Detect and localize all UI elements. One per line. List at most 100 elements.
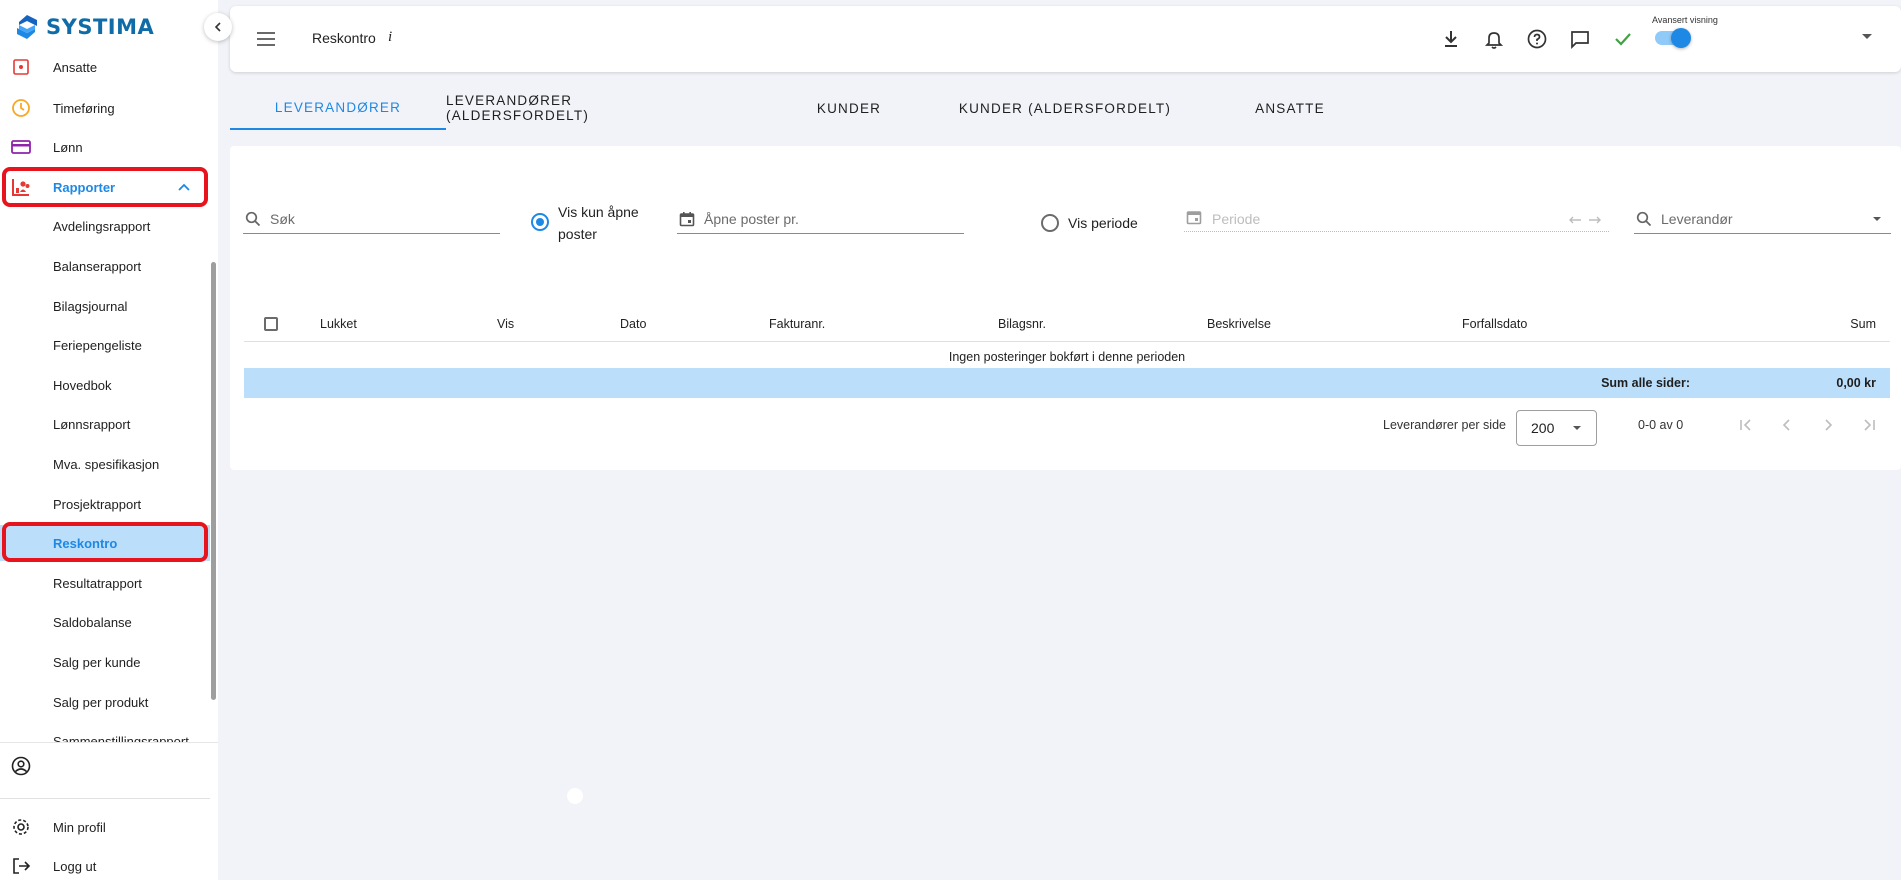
top-bar: Reskontro i Avansert visning — [230, 6, 1901, 72]
advanced-view-toggle[interactable] — [1655, 28, 1691, 48]
subitem-label: Reskontro — [53, 535, 118, 551]
logout-item[interactable]: Logg ut — [0, 847, 210, 880]
sidebar-subitem[interactable]: Saldobalanse — [0, 604, 210, 640]
per-page-label: Leverandører per side — [1383, 418, 1506, 432]
bell-icon[interactable] — [1483, 28, 1505, 50]
tab-leverandorer[interactable]: Leverandører — [230, 86, 446, 130]
chat-icon[interactable] — [1569, 28, 1591, 50]
check-icon[interactable] — [1612, 28, 1634, 50]
brand-name: SYSTIMA — [46, 15, 155, 39]
arrow-right-icon[interactable] — [1588, 215, 1602, 225]
chevron-down-icon[interactable] — [1873, 217, 1881, 221]
subitem-label: Prosjektrapport — [53, 496, 142, 512]
download-icon[interactable] — [1440, 28, 1462, 50]
subitem-label: Avdelingsrapport — [53, 218, 151, 234]
logo[interactable]: SYSTIMA — [16, 14, 154, 40]
col-dato[interactable]: Dato — [620, 317, 646, 331]
sidebar-item-lonn[interactable]: Lønn — [0, 128, 210, 166]
sidebar-item-label: Lønn — [53, 139, 83, 155]
help-icon[interactable] — [1526, 28, 1548, 50]
sidebar-subitem[interactable]: Avdelingsrapport — [0, 208, 210, 244]
radio-period[interactable] — [1041, 214, 1059, 232]
page-title: Reskontro — [312, 30, 376, 46]
min-profil-label: Min profil — [53, 819, 106, 835]
hamburger-menu-icon[interactable] — [255, 29, 277, 49]
subitem-label: Salg per kunde — [53, 654, 141, 670]
sidebar-subitem[interactable]: Hovedbok — [0, 367, 210, 403]
sidebar-subitem[interactable]: Prosjektrapport — [0, 486, 210, 522]
tab-leverandorer-aldersfordelt[interactable]: Leverandører (aldersfordelt) — [446, 86, 708, 130]
subitem-label: Saldobalanse — [53, 614, 132, 630]
sidebar-item-ansatte[interactable]: Ansatte — [0, 56, 210, 86]
account-circle-icon — [11, 756, 31, 776]
col-forfallsdato[interactable]: Forfallsdato — [1462, 317, 1527, 331]
user-account-item[interactable] — [0, 747, 210, 785]
sidebar-item-rapporter[interactable]: Rapporter — [0, 168, 210, 206]
tab-kunder-aldersfordelt[interactable]: Kunder (aldersfordelt) — [950, 86, 1180, 130]
chevron-down-icon — [1573, 426, 1581, 430]
radio-open-label-line2: poster — [558, 226, 597, 242]
sidebar-subitem[interactable]: Feriepengeliste — [0, 327, 210, 363]
open-posts-date-field[interactable]: Åpne poster pr. — [677, 204, 964, 234]
col-vis[interactable]: Vis — [497, 317, 514, 331]
last-page-icon[interactable] — [1860, 416, 1878, 434]
per-page-value: 200 — [1531, 420, 1555, 436]
col-sum[interactable]: Sum — [1850, 317, 1876, 331]
sidebar-subitem[interactable]: Salg per kunde — [0, 644, 210, 680]
select-all-checkbox[interactable] — [264, 317, 278, 331]
chevron-down-icon[interactable] — [1862, 34, 1872, 39]
sidebar-subitem[interactable]: Salg per produkt — [0, 684, 210, 720]
sidebar-item-label: Rapporter — [53, 179, 116, 195]
collapse-sidebar-button[interactable] — [204, 13, 232, 41]
table-header: Lukket Vis Dato Fakturanr. Bilagsnr. Bes… — [244, 306, 1890, 342]
sidebar-nav: Ansatte Timeføring Lønn Rapporter Avdeli… — [0, 56, 218, 742]
sidebar-item-timeforing[interactable]: Timeføring — [0, 89, 210, 127]
clock-icon — [12, 99, 30, 117]
col-beskrivelse[interactable]: Beskrivelse — [1207, 317, 1271, 331]
subitem-label: Lønnsrapport — [53, 416, 131, 432]
first-page-icon[interactable] — [1737, 416, 1755, 434]
chevron-left-icon — [214, 22, 221, 32]
systima-logo-icon — [17, 15, 37, 39]
arrow-left-icon[interactable] — [1568, 215, 1582, 225]
report-people-icon — [12, 179, 30, 196]
sidebar-subitem-reskontro[interactable]: Reskontro — [0, 525, 210, 561]
subitem-label: Mva. spesifikasjon — [53, 456, 160, 472]
calendar-icon — [1186, 211, 1202, 225]
next-page-icon[interactable] — [1819, 416, 1837, 434]
info-icon[interactable]: i — [388, 29, 392, 46]
search-icon — [1636, 211, 1652, 227]
col-bilagsnr[interactable]: Bilagsnr. — [998, 317, 1046, 331]
tab-ansatte[interactable]: Ansatte — [1225, 86, 1355, 130]
radio-period-label: Vis periode — [1068, 215, 1138, 231]
advanced-view-label: Avansert visning — [1652, 15, 1718, 25]
sidebar-scrollbar[interactable] — [211, 262, 216, 700]
sidebar-subitem[interactable]: Balanserapport — [0, 248, 210, 284]
period-field[interactable]: Periode — [1184, 202, 1609, 232]
sidebar: SYSTIMA Ansatte Timeføring Lønn Rapporte… — [0, 0, 232, 880]
subitem-label: Feriepengeliste — [53, 337, 142, 353]
radio-open-label-line1: Vis kun åpne — [558, 204, 639, 220]
sum-value: 0,00 kr — [1836, 376, 1876, 390]
cursor-dot — [567, 788, 583, 804]
sidebar-subitem[interactable]: Bilagsjournal — [0, 288, 210, 324]
sidebar-subitem[interactable]: Lønnsrapport — [0, 406, 210, 442]
per-page-select[interactable]: 200 — [1516, 410, 1597, 446]
supplier-placeholder: Leverandør — [1661, 211, 1733, 227]
col-lukket[interactable]: Lukket — [320, 317, 357, 331]
calendar-icon — [679, 212, 695, 227]
subitem-label: Resultatrapport — [53, 575, 142, 591]
sidebar-subitem[interactable]: Resultatrapport — [0, 565, 210, 601]
subitem-label: Sammenstillingsrapport — [53, 733, 189, 743]
sidebar-subitem[interactable]: Sammenstillingsrapport — [0, 723, 210, 743]
search-input[interactable]: Søk — [243, 204, 500, 234]
min-profil-item[interactable]: Min profil — [0, 808, 210, 846]
tab-kunder[interactable]: Kunder — [784, 86, 914, 130]
previous-page-icon[interactable] — [1778, 416, 1796, 434]
col-fakturanr[interactable]: Fakturanr. — [769, 317, 825, 331]
pagination-range: 0-0 av 0 — [1638, 418, 1684, 432]
logout-label: Logg ut — [53, 858, 97, 874]
supplier-select[interactable]: Leverandør — [1634, 204, 1891, 234]
sidebar-subitem[interactable]: Mva. spesifikasjon — [0, 446, 210, 482]
radio-open-posts[interactable] — [531, 213, 549, 231]
